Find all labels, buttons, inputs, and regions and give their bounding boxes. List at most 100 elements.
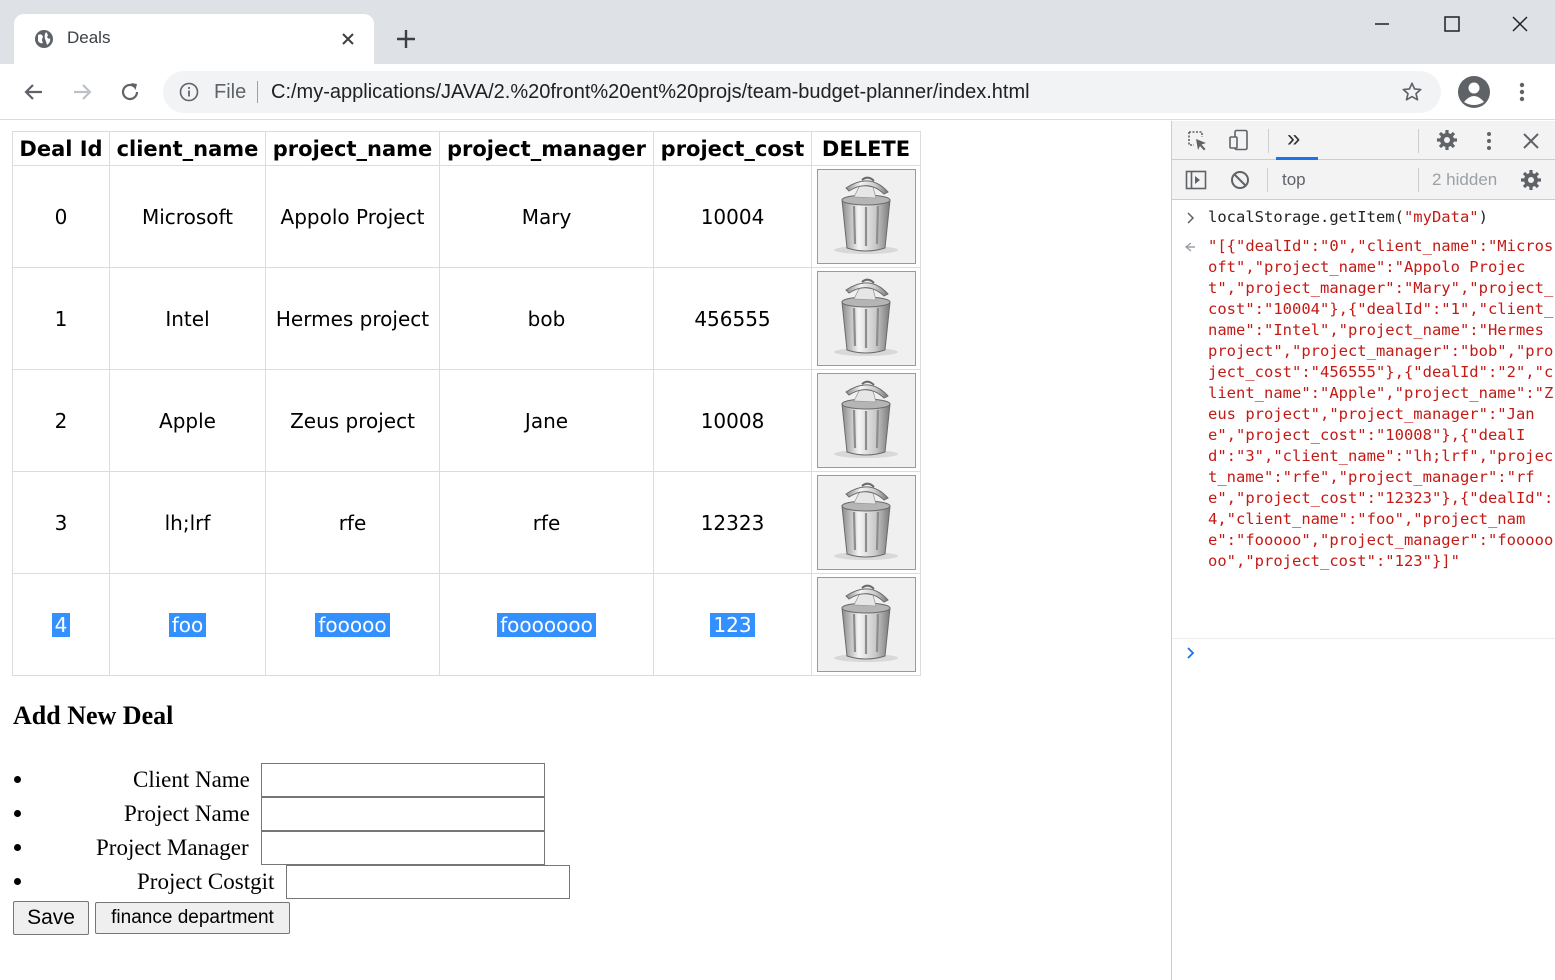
header-project-cost: project_cost bbox=[653, 131, 812, 166]
plus-icon[interactable] bbox=[395, 28, 417, 50]
form-title: Add New Deal bbox=[13, 701, 174, 730]
console-prompt-input[interactable] bbox=[1208, 641, 1538, 665]
profile-icon[interactable] bbox=[1457, 75, 1491, 109]
command-close: ) bbox=[1478, 208, 1488, 226]
trash-icon bbox=[833, 482, 898, 560]
project-manager-input[interactable] bbox=[261, 831, 545, 865]
minimize-icon[interactable] bbox=[1370, 12, 1394, 36]
context-selector[interactable]: top bbox=[1282, 170, 1306, 190]
client-name-value: foo bbox=[168, 612, 207, 637]
star-icon[interactable] bbox=[1401, 81, 1423, 103]
project-name-value: Hermes project bbox=[275, 306, 430, 331]
window-close-icon[interactable] bbox=[1508, 12, 1532, 36]
command-argument: "myData" bbox=[1403, 208, 1479, 226]
console-result[interactable]: "[{"dealId":"0","client_name":"Microsoft… bbox=[1208, 236, 1554, 572]
cell-project-name: fooooo bbox=[265, 573, 440, 676]
trash-icon bbox=[833, 584, 898, 662]
cell-project-name: Hermes project bbox=[265, 267, 440, 370]
info-icon[interactable] bbox=[179, 82, 199, 102]
maximize-icon[interactable] bbox=[1440, 12, 1464, 36]
more-tabs-button[interactable]: » bbox=[1287, 125, 1300, 153]
back-icon[interactable] bbox=[22, 80, 46, 104]
show-sidebar-icon[interactable] bbox=[1185, 169, 1207, 191]
cell-project-manager: Mary bbox=[439, 165, 654, 268]
finance-department-button[interactable]: finance department bbox=[95, 902, 290, 934]
table-row: 1 Intel Hermes project bob 456555 bbox=[12, 267, 921, 370]
cell-project-cost: 12323 bbox=[653, 471, 812, 574]
command-text: localStorage.getItem( bbox=[1208, 208, 1404, 226]
result-arrow-icon bbox=[1184, 242, 1195, 252]
client-name-value: Intel bbox=[165, 306, 210, 331]
form-row-client-name: Client Name bbox=[12, 763, 552, 797]
address-bar[interactable]: File C:/my-applications/JAVA/2.%20front%… bbox=[163, 71, 1441, 113]
table-row: 2 Apple Zeus project Jane 10008 bbox=[12, 369, 921, 472]
cell-deal-id: 0 bbox=[12, 165, 110, 268]
deals-table: Deal Id client_name project_name project… bbox=[12, 131, 921, 676]
url-text[interactable]: C:/my-applications/JAVA/2.%20front%20ent… bbox=[271, 81, 1030, 104]
client-name-value: Microsoft bbox=[141, 204, 233, 229]
cell-deal-id: 2 bbox=[12, 369, 110, 472]
delete-button[interactable] bbox=[816, 271, 916, 366]
more-icon[interactable] bbox=[1510, 80, 1534, 104]
form-row-project-manager: Project Manager bbox=[12, 831, 552, 865]
reload-icon[interactable] bbox=[118, 80, 142, 104]
console-settings-icon[interactable] bbox=[1520, 169, 1542, 191]
cell-client-name: Microsoft bbox=[109, 165, 266, 268]
table-header-row: Deal Id client_name project_name project… bbox=[12, 131, 921, 166]
project-cost-value: 456555 bbox=[694, 306, 771, 331]
form-row-project-cost: Project Costgit bbox=[12, 865, 577, 899]
deal-id-value: 0 bbox=[54, 204, 68, 229]
close-icon[interactable] bbox=[340, 31, 356, 47]
cell-project-cost: 123 bbox=[653, 573, 812, 676]
close-devtools-icon[interactable] bbox=[1520, 130, 1542, 152]
project-cost-input[interactable] bbox=[286, 865, 570, 899]
console-toolbar: top 2 hidden bbox=[1172, 160, 1555, 200]
input-chevron-icon bbox=[1187, 212, 1195, 224]
deal-id-value: 3 bbox=[54, 510, 68, 535]
clear-console-icon[interactable] bbox=[1229, 169, 1251, 191]
project-name-label: Project Name bbox=[124, 801, 250, 826]
save-button[interactable]: Save bbox=[13, 901, 89, 935]
client-name-value: lh;lrf bbox=[164, 510, 211, 535]
bullet bbox=[14, 810, 21, 817]
deal-id-value: 2 bbox=[54, 408, 68, 433]
tab-title: Deals bbox=[67, 28, 111, 47]
project-name-value: Zeus project bbox=[290, 408, 415, 433]
project-name-value: Appolo Project bbox=[280, 204, 425, 229]
bullet bbox=[14, 878, 21, 885]
project-manager-value: Mary bbox=[521, 204, 572, 229]
project-cost-value: 10008 bbox=[700, 408, 765, 433]
client-name-input[interactable] bbox=[261, 763, 545, 797]
device-toolbar-icon[interactable] bbox=[1228, 129, 1250, 151]
project-name-input[interactable] bbox=[261, 797, 545, 831]
more-options-icon[interactable] bbox=[1478, 130, 1500, 152]
delete-button[interactable] bbox=[816, 373, 916, 468]
settings-icon[interactable] bbox=[1436, 129, 1458, 151]
table-row: 0 Microsoft Appolo Project Mary 10004 bbox=[12, 165, 921, 268]
delete-button[interactable] bbox=[816, 475, 916, 570]
omnibox-divider bbox=[257, 81, 258, 103]
hidden-messages-count[interactable]: 2 hidden bbox=[1432, 170, 1497, 190]
cell-delete bbox=[811, 369, 921, 472]
tab-deals[interactable]: Deals bbox=[14, 14, 374, 64]
delete-button[interactable] bbox=[816, 169, 916, 264]
project-manager-value: fooooooo bbox=[497, 612, 596, 637]
forward-icon[interactable] bbox=[70, 80, 94, 104]
delete-button[interactable] bbox=[816, 577, 916, 672]
cell-client-name: Apple bbox=[109, 369, 266, 472]
bullet bbox=[14, 844, 21, 851]
project-manager-value: rfe bbox=[532, 510, 561, 535]
globe-icon bbox=[35, 30, 53, 48]
header-project-manager: project_manager bbox=[439, 131, 654, 166]
deal-id-value: 4 bbox=[51, 612, 71, 637]
project-cost-value: 12323 bbox=[700, 510, 765, 535]
tab-strip: Deals bbox=[0, 0, 1555, 64]
cell-deal-id: 3 bbox=[12, 471, 110, 574]
header-client-name: client_name bbox=[109, 131, 266, 166]
trash-icon bbox=[833, 176, 898, 254]
cell-project-name: Zeus project bbox=[265, 369, 440, 472]
cell-client-name: lh;lrf bbox=[109, 471, 266, 574]
client-name-value: Apple bbox=[159, 408, 216, 433]
inspect-element-icon[interactable] bbox=[1187, 130, 1209, 152]
project-name-value: rfe bbox=[338, 510, 367, 535]
